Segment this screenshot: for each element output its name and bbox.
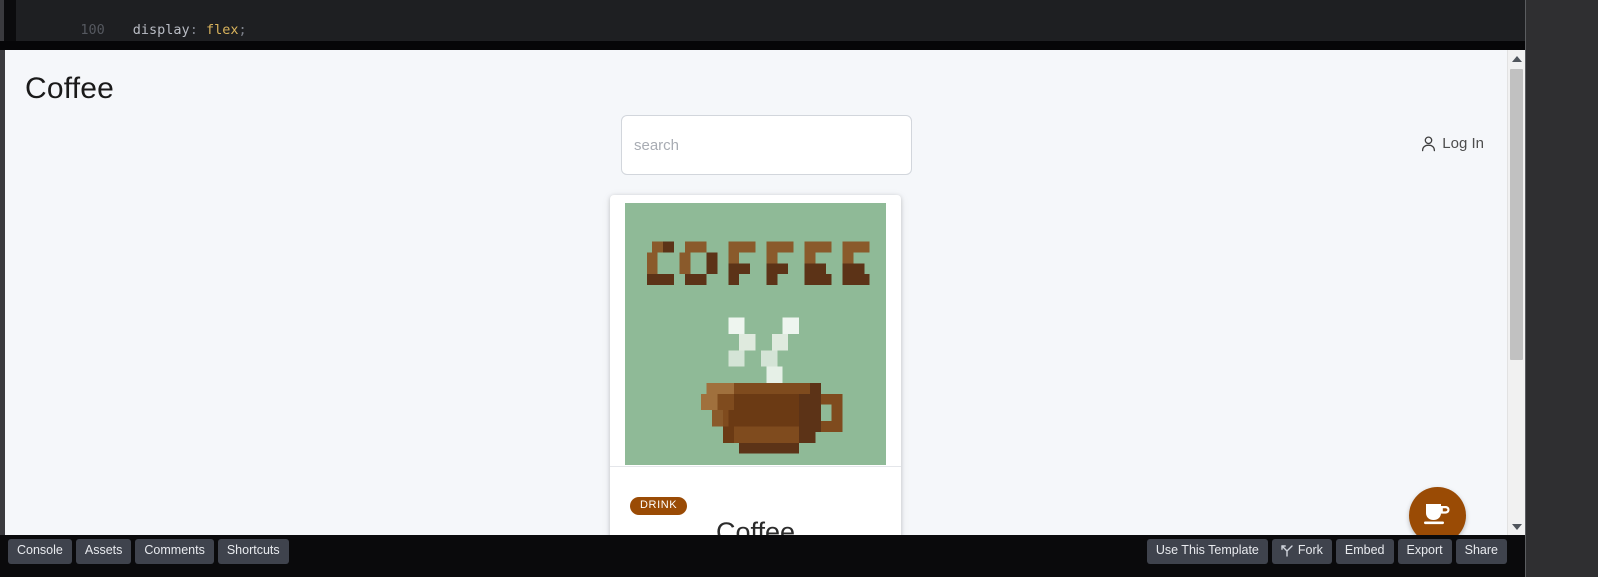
pixel-art-coffee-icon [625,203,886,465]
site-header: Coffee Log In [0,50,1507,175]
user-icon [1421,135,1436,152]
scrollbar-thumb[interactable] [1510,69,1523,360]
share-button[interactable]: Share [1455,539,1507,564]
bottom-toolbar: Console Assets Comments Shortcuts Use Th… [0,535,1525,577]
preview-scrollbar[interactable] [1507,50,1525,535]
embed-button[interactable]: Embed [1335,539,1394,564]
recipe-image [625,203,886,465]
chevron-up-icon[interactable] [1508,50,1525,67]
comments-button-label: Comments [144,543,205,557]
right-panel [1525,0,1598,577]
preview-left-edge [0,50,5,535]
code-editor-strip[interactable]: 100display: flex; 101justify-content: ce… [0,0,1525,41]
export-button[interactable]: Export [1397,539,1452,564]
shortcuts-button-label: Shortcuts [226,543,280,557]
shortcuts-button[interactable]: Shortcuts [217,539,289,564]
login-label: Log In [1442,135,1484,152]
search-input[interactable] [622,116,911,174]
assets-button[interactable]: Assets [75,539,132,564]
add-recipe-fab[interactable] [1409,487,1466,535]
editor-preview-divider [0,41,1525,50]
embed-button-label: Embed [1344,543,1385,557]
fork-icon [1281,545,1293,557]
coffee-cup-icon [1423,500,1453,531]
fork-button[interactable]: Fork [1271,539,1332,564]
card-title: Coffee [715,517,796,535]
right-panel-divider [1525,0,1526,577]
export-button-label: Export [1406,543,1443,557]
ide-window: 100display: flex; 101justify-content: ce… [0,0,1598,577]
chevron-down-icon[interactable] [1508,518,1525,535]
use-this-template-button[interactable]: Use This Template [1146,539,1268,564]
search-box[interactable] [621,115,912,175]
status-badge: DRINK [630,497,688,515]
preview-pane: Coffee Log In [0,50,1525,535]
assets-button-label: Assets [84,543,123,557]
toolbar-left-group: Console Assets Comments Shortcuts [8,539,289,564]
console-button-label: Console [17,543,63,557]
login-button[interactable]: Log In [1421,135,1484,152]
card-body: DRINK Coffee Servingsxxx [610,467,901,535]
fork-button-label: Fork [1297,543,1323,557]
page-title: Coffee [25,72,115,105]
code-line[interactable]: 100 display: flex; [0,0,246,38]
console-button[interactable]: Console [8,539,72,564]
comments-button[interactable]: Comments [135,539,214,564]
toolbar-right-group: Use This Template Fork Embed Export Shar… [1146,539,1507,564]
code-line[interactable]: 101justify-content: center; [0,20,328,40]
recipe-card[interactable]: DRINK Coffee Servingsxxx [610,195,901,535]
share-button-label: Share [1464,543,1498,557]
use-this-template-label: Use This Template [1155,543,1259,557]
